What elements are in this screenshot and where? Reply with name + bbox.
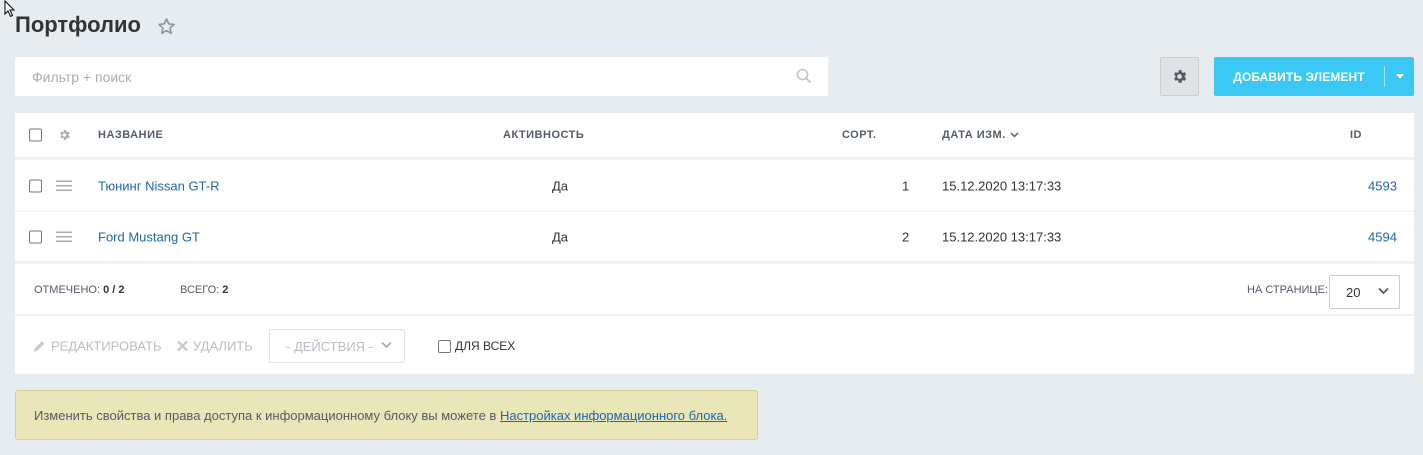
add-element-dropdown-toggle[interactable] [1385,74,1414,79]
actions-select[interactable]: - ДЕЙСТВИЯ - [269,329,405,363]
edit-label: РЕДАКТИРОВАТЬ [51,338,162,354]
chevron-down-icon [1378,287,1389,295]
page-title: Портфолио [15,12,141,37]
actions-select-value: - ДЕЙСТВИЯ - [286,338,374,354]
for-all-label: ДЛЯ ВСЕХ [455,339,516,353]
row-active: Да [552,229,569,244]
per-page-label: НА СТРАНИЦЕ: [1247,283,1328,296]
selected-value: 0 / 2 [103,283,125,296]
table-row[interactable]: Ford Mustang GT Да 2 15.12.2020 13:17:33… [15,212,1414,264]
total-count: ВСЕГО: 2 [180,284,228,296]
column-header-active[interactable]: АКТИВНОСТЬ [503,129,584,141]
column-header-name[interactable]: НАЗВАНИЕ [98,129,163,141]
add-element-label: ДОБАВИТЬ ЭЛЕМЕНТ [1233,69,1365,84]
group-actions-bar: РЕДАКТИРОВАТЬ УДАЛИТЬ ДЛЯ ВСЕХ [15,318,1414,374]
per-page-value: 20 [1346,284,1361,300]
row-name-link[interactable]: Ford Mustang GT [98,229,200,244]
sort-chevron-down-icon[interactable] [1010,132,1019,138]
star-icon[interactable] [157,17,176,36]
column-header-sort[interactable]: СОРТ. [842,129,876,141]
per-page-select[interactable]: 20 [1329,275,1400,309]
select-all-checkbox[interactable] [29,128,42,142]
notice-settings-link[interactable]: Настройках информационного блока. [500,408,727,423]
for-all-checkbox[interactable] [438,339,451,353]
row-active: Да [552,178,569,193]
row-date: 15.12.2020 13:17:33 [942,229,1062,244]
info-notice: Изменить свойства и права доступа к инфо… [15,390,758,440]
grid-summary-bar: ОТМЕЧЕНО: 0 / 2 ВСЕГО: 2 НА СТРАНИЦЕ: [15,265,1414,316]
elements-grid: НАЗВАНИЕ АКТИВНОСТЬ СОРТ. ДАТА ИЗМ. ID Т… [15,113,1414,374]
close-icon [177,340,188,352]
delete-label: УДАЛИТЬ [193,338,253,354]
total-value: 2 [222,283,229,296]
delete-action[interactable]: УДАЛИТЬ [177,339,253,354]
chevron-down-icon [381,341,392,349]
row-id-link[interactable]: 4593 [1368,178,1397,193]
search-icon[interactable] [796,68,812,84]
grid-header-row: НАЗВАНИЕ АКТИВНОСТЬ СОРТ. ДАТА ИЗМ. ID [15,113,1414,160]
caret-down-icon [1395,74,1404,79]
row-checkbox[interactable] [29,230,42,243]
add-element-button[interactable]: ДОБАВИТЬ ЭЛЕМЕНТ [1214,57,1414,96]
row-name-link[interactable]: Тюнинг Nissan GT-R [98,178,220,193]
row-menu-icon[interactable] [56,180,72,191]
column-settings-icon[interactable] [58,129,71,142]
column-header-date[interactable]: ДАТА ИЗМ. [942,129,1006,141]
for-all-option[interactable]: ДЛЯ ВСЕХ [438,339,515,353]
column-header-id[interactable]: ID [1350,129,1362,141]
filter-search-box[interactable] [15,57,828,96]
edit-action[interactable]: РЕДАКТИРОВАТЬ [33,339,162,354]
selected-count: ОТМЕЧЕНО: 0 / 2 [34,284,124,296]
filter-search-input[interactable] [15,57,775,96]
row-menu-icon[interactable] [56,231,72,242]
settings-button[interactable] [1160,57,1199,96]
row-checkbox[interactable] [29,179,42,192]
row-date: 15.12.2020 13:17:33 [942,178,1062,193]
selected-label: ОТМЕЧЕНО: [34,283,100,296]
notice-text: Изменить свойства и права доступа к инфо… [34,407,497,423]
gear-icon [1174,70,1187,83]
table-row[interactable]: Тюнинг Nissan GT-R Да 1 15.12.2020 13:17… [15,160,1414,212]
pencil-icon [34,341,45,352]
row-sort: 1 [902,178,910,193]
total-label: ВСЕГО: [180,283,220,296]
row-sort: 2 [902,229,910,244]
row-id-link[interactable]: 4594 [1368,229,1397,244]
